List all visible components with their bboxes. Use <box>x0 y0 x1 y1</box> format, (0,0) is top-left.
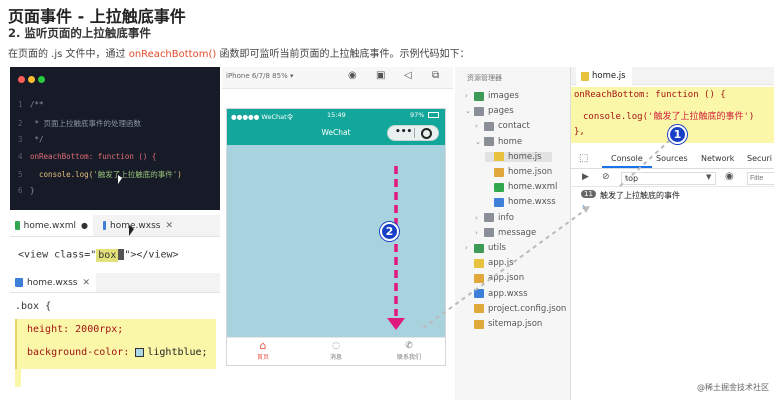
pointer-line-from-code <box>617 139 671 189</box>
callout-number: 1 <box>673 128 682 141</box>
annotation-overlay <box>387 139 671 330</box>
watermark: @稀土掘金技术社区 <box>697 383 769 392</box>
callout-1: 1 <box>668 125 687 144</box>
callout-number: 2 <box>385 225 394 238</box>
scroll-arrow-head <box>387 318 405 330</box>
callout-2: 2 <box>380 222 399 241</box>
pointer-line-to-console <box>422 207 589 329</box>
pointer-line-head <box>582 206 590 213</box>
